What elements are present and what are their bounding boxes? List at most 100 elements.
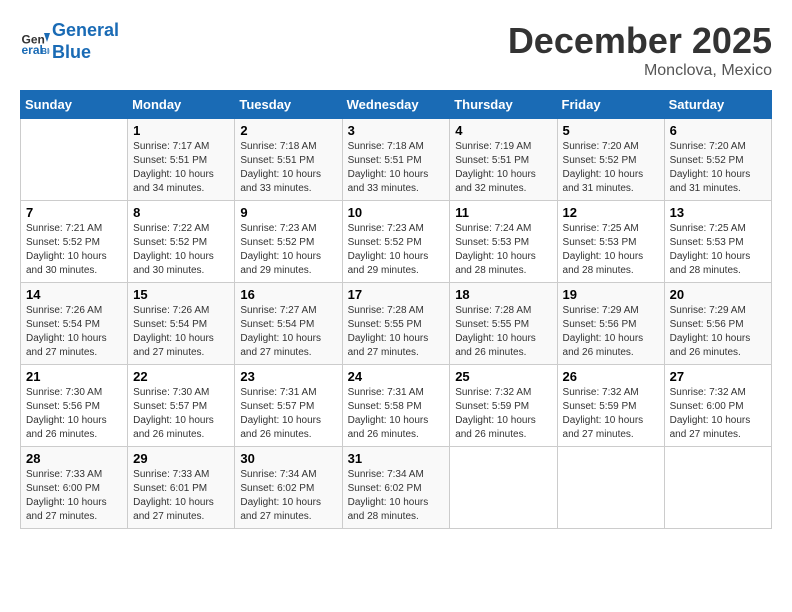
weekday-header-monday: Monday <box>128 91 235 119</box>
location-subtitle: Monclova, Mexico <box>508 62 772 80</box>
calendar-cell: 8 Sunrise: 7:22 AM Sunset: 5:52 PM Daylig… <box>128 201 235 283</box>
weekday-header-friday: Friday <box>557 91 664 119</box>
day-number: 13 <box>670 205 766 220</box>
logo: Gen eral Blue GeneralBlue <box>20 20 119 63</box>
calendar-cell <box>557 447 664 529</box>
day-number: 11 <box>455 205 551 220</box>
day-number: 9 <box>240 205 336 220</box>
calendar-cell: 26Sunrise: 7:32 AM Sunset: 5:59 PM Dayli… <box>557 365 664 447</box>
week-row-1: 1 Sunrise: 7:17 AM Sunset: 5:51 PM Daylig… <box>21 119 772 201</box>
calendar-cell: 25Sunrise: 7:32 AM Sunset: 5:59 PM Dayli… <box>450 365 557 447</box>
calendar-cell <box>21 119 128 201</box>
week-row-3: 14 Sunrise: 7:26 AM Sunset: 5:54 PM Dayli… <box>21 283 772 365</box>
calendar-cell: 2 Sunrise: 7:18 AM Sunset: 5:51 PM Daylig… <box>235 119 342 201</box>
day-info: Sunrise: 7:22 AM Sunset: 5:52 PM Dayligh… <box>133 222 229 278</box>
calendar-cell: 3 Sunrise: 7:18 AM Sunset: 5:51 PM Daylig… <box>342 119 450 201</box>
day-number: 4 <box>455 123 551 138</box>
calendar-cell: 27 Sunrise: 7:32 AM Sunset: 6:00 PM Dayli… <box>664 365 771 447</box>
day-info: Sunrise: 7:17 AM Sunset: 5:51 PM Dayligh… <box>133 140 229 196</box>
calendar-cell: 30 Sunrise: 7:34 AM Sunset: 6:02 PM Dayli… <box>235 447 342 529</box>
day-info: Sunrise: 7:20 AM Sunset: 5:52 PM Dayligh… <box>670 140 766 196</box>
calendar-cell: 10 Sunrise: 7:23 AM Sunset: 5:52 PM Dayli… <box>342 201 450 283</box>
day-number: 15 <box>133 287 229 302</box>
day-info: Sunrise: 7:20 AM Sunset: 5:52 PM Dayligh… <box>563 140 659 196</box>
day-info: Sunrise: 7:28 AM Sunset: 5:55 PM Dayligh… <box>455 304 551 360</box>
day-info: Sunrise: 7:33 AM Sunset: 6:01 PM Dayligh… <box>133 468 229 524</box>
day-number: 21 <box>26 369 122 384</box>
calendar-cell: 28 Sunrise: 7:33 AM Sunset: 6:00 PM Dayli… <box>21 447 128 529</box>
svg-text:eral: eral <box>22 43 43 57</box>
day-number: 2 <box>240 123 336 138</box>
calendar-cell: 7Sunrise: 7:21 AM Sunset: 5:52 PM Daylig… <box>21 201 128 283</box>
day-info: Sunrise: 7:30 AM Sunset: 5:57 PM Dayligh… <box>133 386 229 442</box>
day-number: 28 <box>26 451 122 466</box>
calendar-cell: 15 Sunrise: 7:26 AM Sunset: 5:54 PM Dayli… <box>128 283 235 365</box>
page-header: Gen eral Blue GeneralBlue December 2025 … <box>20 20 772 80</box>
weekday-header-sunday: Sunday <box>21 91 128 119</box>
day-number: 3 <box>348 123 445 138</box>
calendar-cell: 5Sunrise: 7:20 AM Sunset: 5:52 PM Daylig… <box>557 119 664 201</box>
weekday-header-thursday: Thursday <box>450 91 557 119</box>
week-row-5: 28 Sunrise: 7:33 AM Sunset: 6:00 PM Dayli… <box>21 447 772 529</box>
calendar-table: SundayMondayTuesdayWednesdayThursdayFrid… <box>20 90 772 529</box>
week-row-2: 7Sunrise: 7:21 AM Sunset: 5:52 PM Daylig… <box>21 201 772 283</box>
day-number: 14 <box>26 287 122 302</box>
calendar-cell: 22 Sunrise: 7:30 AM Sunset: 5:57 PM Dayli… <box>128 365 235 447</box>
day-info: Sunrise: 7:31 AM Sunset: 5:57 PM Dayligh… <box>240 386 336 442</box>
day-info: Sunrise: 7:26 AM Sunset: 5:54 PM Dayligh… <box>133 304 229 360</box>
calendar-cell: 17 Sunrise: 7:28 AM Sunset: 5:55 PM Dayli… <box>342 283 450 365</box>
weekday-header-tuesday: Tuesday <box>235 91 342 119</box>
day-number: 10 <box>348 205 445 220</box>
day-number: 22 <box>133 369 229 384</box>
calendar-cell: 12Sunrise: 7:25 AM Sunset: 5:53 PM Dayli… <box>557 201 664 283</box>
calendar-cell: 14 Sunrise: 7:26 AM Sunset: 5:54 PM Dayli… <box>21 283 128 365</box>
day-info: Sunrise: 7:33 AM Sunset: 6:00 PM Dayligh… <box>26 468 122 524</box>
day-info: Sunrise: 7:25 AM Sunset: 5:53 PM Dayligh… <box>563 222 659 278</box>
calendar-cell: 19 Sunrise: 7:29 AM Sunset: 5:56 PM Dayli… <box>557 283 664 365</box>
calendar-cell: 31 Sunrise: 7:34 AM Sunset: 6:02 PM Dayli… <box>342 447 450 529</box>
calendar-cell: 18 Sunrise: 7:28 AM Sunset: 5:55 PM Dayli… <box>450 283 557 365</box>
day-info: Sunrise: 7:23 AM Sunset: 5:52 PM Dayligh… <box>240 222 336 278</box>
day-info: Sunrise: 7:30 AM Sunset: 5:56 PM Dayligh… <box>26 386 122 442</box>
week-row-4: 21 Sunrise: 7:30 AM Sunset: 5:56 PM Dayli… <box>21 365 772 447</box>
day-info: Sunrise: 7:34 AM Sunset: 6:02 PM Dayligh… <box>348 468 445 524</box>
svg-text:Blue: Blue <box>41 47 50 56</box>
day-number: 30 <box>240 451 336 466</box>
calendar-cell: 1 Sunrise: 7:17 AM Sunset: 5:51 PM Daylig… <box>128 119 235 201</box>
day-info: Sunrise: 7:29 AM Sunset: 5:56 PM Dayligh… <box>563 304 659 360</box>
day-number: 8 <box>133 205 229 220</box>
calendar-cell: 4 Sunrise: 7:19 AM Sunset: 5:51 PM Daylig… <box>450 119 557 201</box>
day-info: Sunrise: 7:21 AM Sunset: 5:52 PM Dayligh… <box>26 222 122 278</box>
day-number: 19 <box>563 287 659 302</box>
day-info: Sunrise: 7:32 AM Sunset: 6:00 PM Dayligh… <box>670 386 766 442</box>
logo-icon: Gen eral Blue <box>20 27 50 57</box>
calendar-cell: 11Sunrise: 7:24 AM Sunset: 5:53 PM Dayli… <box>450 201 557 283</box>
day-info: Sunrise: 7:23 AM Sunset: 5:52 PM Dayligh… <box>348 222 445 278</box>
day-number: 16 <box>240 287 336 302</box>
day-number: 18 <box>455 287 551 302</box>
day-info: Sunrise: 7:31 AM Sunset: 5:58 PM Dayligh… <box>348 386 445 442</box>
day-info: Sunrise: 7:19 AM Sunset: 5:51 PM Dayligh… <box>455 140 551 196</box>
calendar-cell <box>664 447 771 529</box>
logo-text: GeneralBlue <box>52 20 119 63</box>
title-block: December 2025 Monclova, Mexico <box>508 20 772 80</box>
day-info: Sunrise: 7:32 AM Sunset: 5:59 PM Dayligh… <box>563 386 659 442</box>
day-number: 27 <box>670 369 766 384</box>
day-number: 24 <box>348 369 445 384</box>
calendar-cell: 6Sunrise: 7:20 AM Sunset: 5:52 PM Daylig… <box>664 119 771 201</box>
calendar-cell: 24 Sunrise: 7:31 AM Sunset: 5:58 PM Dayli… <box>342 365 450 447</box>
day-info: Sunrise: 7:26 AM Sunset: 5:54 PM Dayligh… <box>26 304 122 360</box>
day-number: 25 <box>455 369 551 384</box>
day-number: 31 <box>348 451 445 466</box>
weekday-header-wednesday: Wednesday <box>342 91 450 119</box>
day-info: Sunrise: 7:18 AM Sunset: 5:51 PM Dayligh… <box>348 140 445 196</box>
day-number: 17 <box>348 287 445 302</box>
day-info: Sunrise: 7:34 AM Sunset: 6:02 PM Dayligh… <box>240 468 336 524</box>
day-number: 1 <box>133 123 229 138</box>
calendar-cell: 29 Sunrise: 7:33 AM Sunset: 6:01 PM Dayli… <box>128 447 235 529</box>
day-number: 20 <box>670 287 766 302</box>
day-info: Sunrise: 7:25 AM Sunset: 5:53 PM Dayligh… <box>670 222 766 278</box>
day-number: 29 <box>133 451 229 466</box>
day-info: Sunrise: 7:18 AM Sunset: 5:51 PM Dayligh… <box>240 140 336 196</box>
day-info: Sunrise: 7:28 AM Sunset: 5:55 PM Dayligh… <box>348 304 445 360</box>
